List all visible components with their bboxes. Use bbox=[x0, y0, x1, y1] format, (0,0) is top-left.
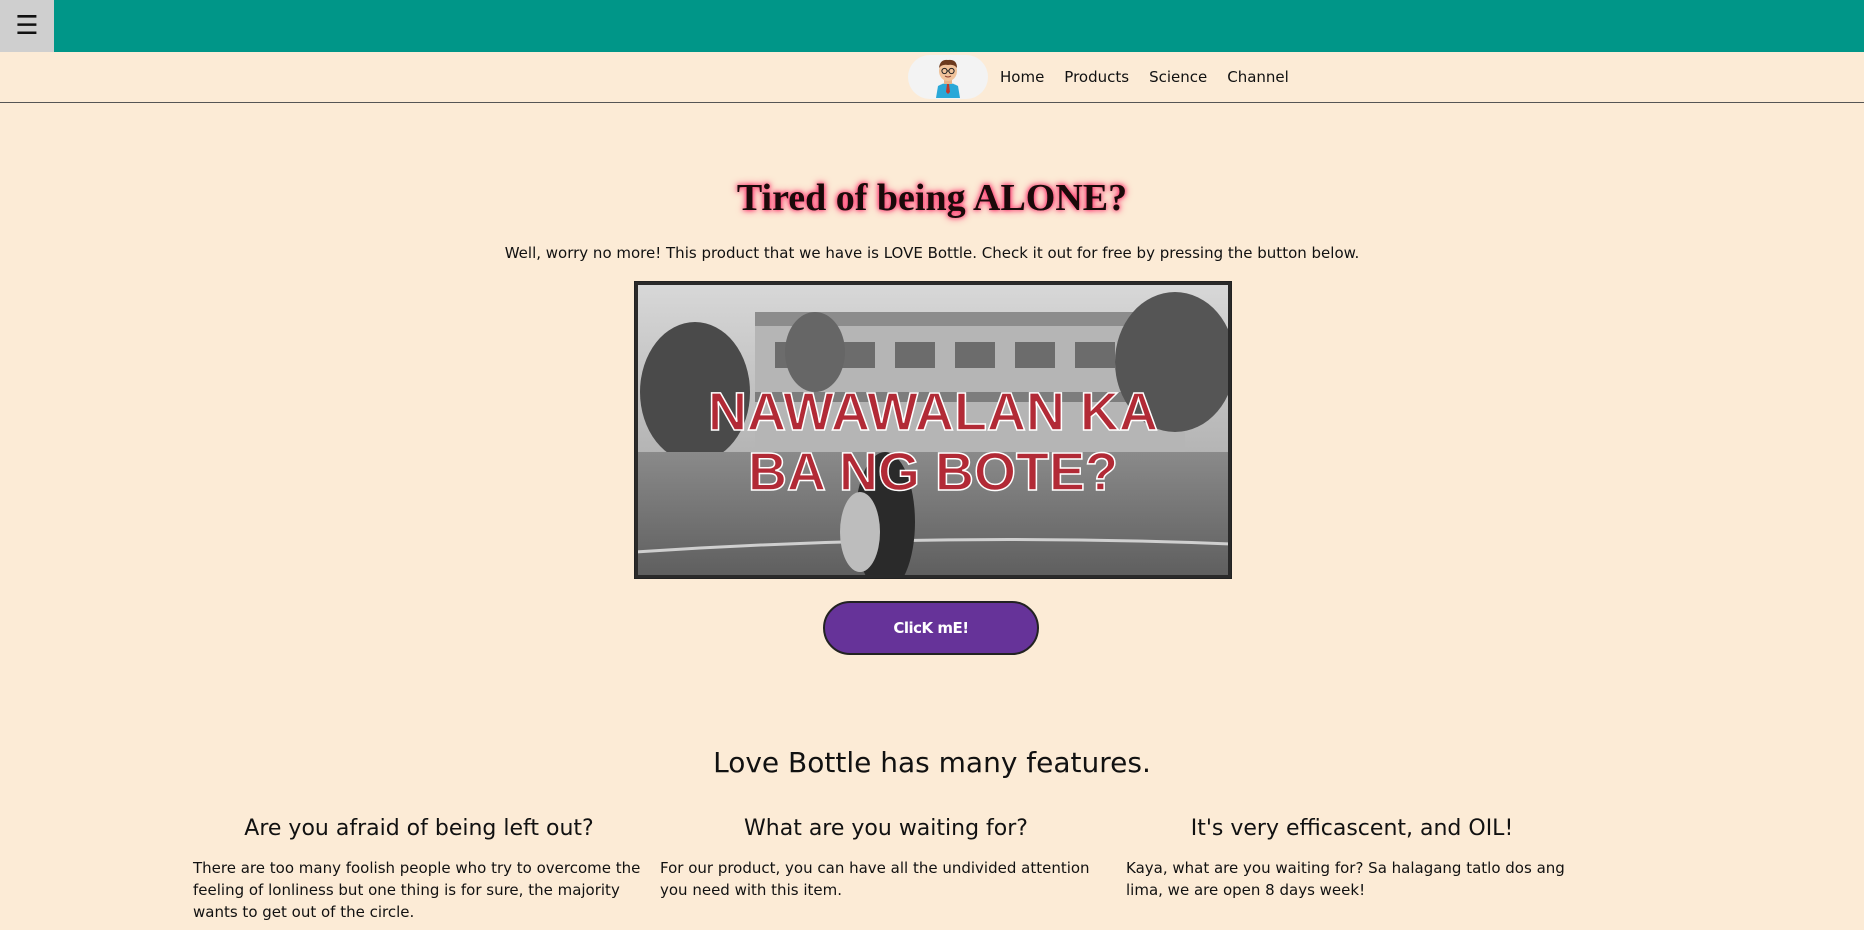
click-me-button[interactable]: ClicK mE! bbox=[823, 601, 1039, 655]
video-thumbnail[interactable]: NAWAWALAN KA BA NG BOTE? bbox=[634, 281, 1232, 579]
nav-link-science[interactable]: Science bbox=[1149, 68, 1207, 86]
nav-link-products[interactable]: Products bbox=[1064, 68, 1129, 86]
feature-heading: It's very efficascent, and OIL! bbox=[1190, 816, 1514, 841]
top-bar: ☰ bbox=[0, 0, 1864, 52]
hamburger-menu-button[interactable]: ☰ bbox=[0, 0, 54, 52]
feature-card-waiting: What are you waiting for? For our produc… bbox=[660, 816, 1112, 901]
hero-description: Well, worry no more! This product that w… bbox=[504, 244, 1360, 262]
navigation-bar: Home Products Science Channel bbox=[0, 52, 1864, 103]
hamburger-icon: ☰ bbox=[15, 11, 39, 41]
nav-link-channel[interactable]: Channel bbox=[1227, 68, 1289, 86]
nav-links-container: Home Products Science Channel bbox=[908, 52, 1309, 102]
video-caption-line-1: NAWAWALAN KA bbox=[708, 382, 1158, 442]
feature-body: Kaya, what are you waiting for? Sa halag… bbox=[1126, 859, 1565, 899]
feature-card-left-out: Are you afraid of being left out? There … bbox=[193, 816, 645, 923]
feature-card-efficascent: It's very efficascent, and OIL! Kaya, wh… bbox=[1126, 816, 1578, 901]
feature-body: For our product, you can have all the un… bbox=[660, 859, 1090, 899]
feature-body: There are too many foolish people who tr… bbox=[193, 859, 641, 921]
video-caption-line-2: BA NG BOTE? bbox=[748, 442, 1118, 502]
hero-title: Tired of being ALONE? bbox=[736, 177, 1128, 219]
feature-heading: What are you waiting for? bbox=[744, 816, 1028, 841]
avatar-logo-icon[interactable] bbox=[908, 55, 988, 99]
features-title: Love Bottle has many features. bbox=[713, 746, 1151, 779]
feature-heading: Are you afraid of being left out? bbox=[244, 816, 594, 841]
nav-link-home[interactable]: Home bbox=[1000, 68, 1044, 86]
